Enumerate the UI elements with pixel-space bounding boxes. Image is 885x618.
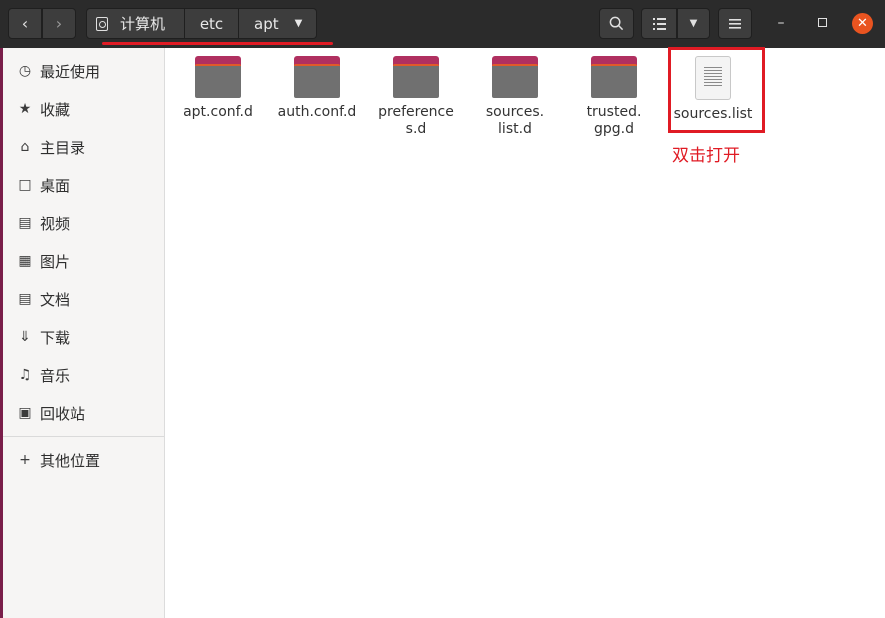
sidebar-item-label: 收藏 — [40, 100, 71, 119]
sidebar: ◷ 最近使用 ★ 收藏 ⌂ 主目录 □ 桌面 ▤ 视频 ▦ 图片 ▤ 文档 ⇓ … — [0, 48, 165, 618]
list-view-icon — [652, 17, 666, 30]
folder-icon — [492, 56, 538, 98]
file-item-folder[interactable]: trusted.gpg.d — [569, 56, 659, 138]
file-item-folder[interactable]: auth.conf.d — [272, 56, 362, 121]
sidebar-item-label: 下载 — [40, 328, 71, 347]
annotation-label: 双击打开 — [672, 146, 740, 166]
folder-icon — [294, 56, 340, 98]
folder-icon — [393, 56, 439, 98]
breadcrumb-label: 计算机 — [120, 15, 166, 33]
sidebar-item-label: 图片 — [40, 252, 71, 271]
breadcrumb-label: apt — [254, 14, 279, 33]
star-icon: ★ — [18, 101, 32, 117]
file-name: trusted.gpg.d — [586, 104, 642, 137]
sidebar-item-pictures[interactable]: ▦ 图片 — [16, 249, 70, 273]
sidebar-item-trash[interactable]: ▣ 回收站 — [16, 401, 85, 425]
image-icon: ▦ — [18, 253, 32, 269]
view-options-button[interactable]: ▼ — [677, 8, 710, 39]
breadcrumb-label: etc — [199, 14, 224, 33]
list-view-button[interactable] — [641, 8, 677, 39]
sidebar-item-other-locations[interactable]: + 其他位置 — [16, 448, 100, 472]
close-button[interactable]: ✕ — [852, 13, 873, 34]
caret-down-icon[interactable]: ▼ — [295, 18, 303, 29]
sidebar-item-label: 音乐 — [40, 366, 71, 385]
chevron-right-icon: › — [55, 14, 63, 33]
document-icon: ▤ — [18, 291, 32, 307]
close-icon: ✕ — [857, 16, 868, 31]
caret-down-icon: ▼ — [689, 18, 698, 29]
file-name: auth.conf.d — [277, 104, 357, 120]
sidebar-item-label: 视频 — [40, 214, 71, 233]
breadcrumb-highlight-underline — [102, 42, 333, 45]
file-name: preferences.d — [378, 104, 454, 137]
hamburger-icon — [729, 18, 741, 29]
sidebar-item-downloads[interactable]: ⇓ 下载 — [16, 325, 70, 349]
sidebar-item-documents[interactable]: ▤ 文档 — [16, 287, 70, 311]
maximize-button[interactable] — [818, 18, 827, 27]
file-item-folder[interactable]: preferences.d — [371, 56, 461, 138]
forward-button[interactable]: › — [42, 8, 76, 39]
breadcrumb-etc[interactable]: etc — [185, 8, 239, 39]
download-icon: ⇓ — [19, 329, 31, 345]
breadcrumb-computer[interactable]: 计算机 — [86, 8, 185, 39]
clock-icon: ◷ — [18, 63, 32, 79]
file-item-folder[interactable]: sources.list.d — [470, 56, 560, 138]
search-button[interactable] — [599, 8, 634, 39]
plus-icon: + — [19, 452, 31, 468]
music-icon: ♫ — [18, 367, 32, 383]
chevron-left-icon: ‹ — [21, 14, 29, 33]
sidebar-item-label: 主目录 — [40, 138, 86, 157]
sidebar-item-label: 其他位置 — [40, 451, 101, 470]
search-icon — [609, 16, 624, 31]
video-icon: ▤ — [18, 215, 32, 231]
sidebar-item-videos[interactable]: ▤ 视频 — [16, 211, 70, 235]
desktop-icon: □ — [18, 177, 32, 193]
sidebar-item-recent[interactable]: ◷ 最近使用 — [16, 59, 100, 83]
file-name: apt.conf.d — [183, 104, 253, 120]
sidebar-item-label: 桌面 — [40, 176, 71, 195]
home-icon: ⌂ — [20, 139, 30, 155]
minimize-button[interactable]: – — [773, 16, 789, 32]
trash-icon: ▣ — [18, 405, 32, 421]
sidebar-item-music[interactable]: ♫ 音乐 — [16, 363, 70, 387]
folder-icon — [591, 56, 637, 98]
file-item-folder[interactable]: apt.conf.d — [173, 56, 263, 121]
sidebar-divider — [3, 436, 164, 437]
back-button[interactable]: ‹ — [8, 8, 42, 39]
sidebar-item-starred[interactable]: ★ 收藏 — [16, 97, 70, 121]
sidebar-item-home[interactable]: ⌂ 主目录 — [16, 135, 85, 159]
sidebar-item-desktop[interactable]: □ 桌面 — [16, 173, 70, 197]
breadcrumb-apt[interactable]: apt ▼ — [239, 8, 317, 39]
header-bar: ‹ › 计算机 etc apt ▼ ▼ – ✕ — [0, 0, 885, 48]
sidebar-item-label: 最近使用 — [40, 62, 101, 81]
file-name: sources.list.d — [485, 104, 545, 137]
folder-icon — [195, 56, 241, 98]
menu-button[interactable] — [718, 8, 752, 39]
breadcrumb: 计算机 etc apt ▼ — [86, 8, 317, 39]
sidebar-item-label: 文档 — [40, 290, 71, 309]
sidebar-item-label: 回收站 — [40, 404, 86, 423]
drive-icon — [96, 16, 108, 31]
highlight-box — [668, 47, 765, 133]
